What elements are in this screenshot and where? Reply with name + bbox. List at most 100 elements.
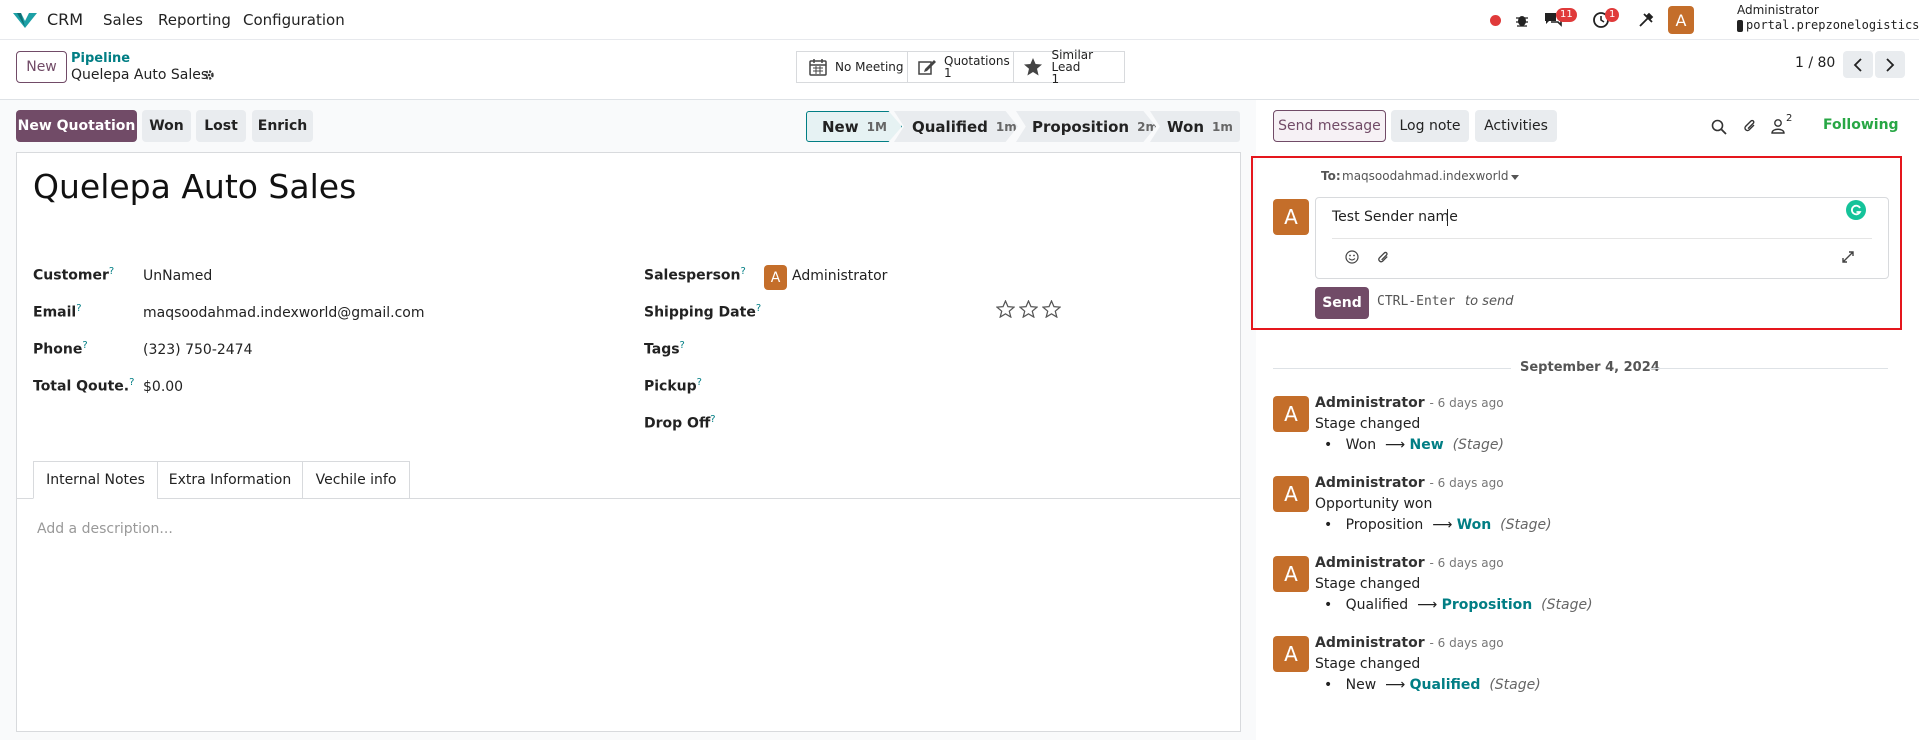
tracking-value: • Proposition ⟶ Won (Stage) <box>1324 517 1552 533</box>
tab-extra-information[interactable]: Extra Information <box>157 461 303 499</box>
lost-button[interactable]: Lost <box>196 110 246 142</box>
app-name[interactable]: CRM <box>47 10 83 29</box>
message-date: - 6 days ago <box>1429 476 1504 490</box>
message-date: - 6 days ago <box>1429 636 1504 650</box>
paperclip-icon[interactable] <box>1741 117 1759 135</box>
stage-new[interactable]: New 1M <box>806 111 902 142</box>
description-placeholder[interactable]: Add a description... <box>37 521 173 537</box>
message-avatar: A <box>1273 556 1309 592</box>
new-quotation-button[interactable]: New Quotation <box>16 110 137 142</box>
salesperson-field[interactable]: Administrator <box>792 268 887 284</box>
message-avatar: A <box>1273 476 1309 512</box>
phone-field[interactable]: (323) 750-2474 <box>143 342 253 358</box>
menu-configuration[interactable]: Configuration <box>243 11 345 29</box>
tools-icon[interactable] <box>1636 10 1656 30</box>
enrich-button[interactable]: Enrich <box>252 110 313 142</box>
tab-vechile-info[interactable]: Vechile info <box>302 461 410 499</box>
record-icon[interactable] <box>1488 13 1502 27</box>
user-database: portal.prepzonelogistics... <box>1746 18 1919 32</box>
salesperson-label: Salesperson? <box>644 266 746 284</box>
meeting-label: No Meeting <box>835 60 904 74</box>
stage-won[interactable]: Won 1m <box>1150 111 1240 142</box>
priority-stars[interactable] <box>995 299 1062 322</box>
message-author[interactable]: Administrator - 6 days ago <box>1315 635 1504 651</box>
activities-button[interactable]: Activities <box>1475 110 1557 142</box>
tracking-field: (Stage) <box>1452 437 1504 453</box>
star-outline-icon[interactable] <box>1018 299 1039 322</box>
won-button[interactable]: Won <box>142 110 191 142</box>
new-record-button[interactable]: New <box>16 51 67 83</box>
caret-down-icon[interactable] <box>1511 173 1519 181</box>
pager-value[interactable]: 1 / 80 <box>1795 55 1835 71</box>
followers-icon[interactable] <box>1770 117 1786 135</box>
tracking-value: • Won ⟶ New (Stage) <box>1324 437 1504 453</box>
recipient-value[interactable]: maqsoodahmad.indexworld <box>1342 169 1509 183</box>
tracking-value: • New ⟶ Qualified (Stage) <box>1324 677 1541 693</box>
similar-lead-label: Similar Lead <box>1051 48 1094 74</box>
send-hint-keys: CTRL-Enter <box>1377 294 1456 309</box>
stage-qualified-duration: 1m <box>995 119 1017 134</box>
similar-lead-smart-button[interactable]: Similar Lead 1 <box>1013 48 1125 85</box>
star-outline-icon[interactable] <box>995 299 1016 322</box>
tracking-field: (Stage) <box>1541 597 1593 613</box>
activities-badge: 1 <box>1605 8 1620 22</box>
tracking-value: • Qualified ⟶ Proposition (Stage) <box>1324 597 1593 613</box>
composer-input[interactable]: Test Sender name <box>1332 209 1458 225</box>
tracking-old-value: Qualified <box>1345 597 1409 613</box>
message-body: Stage changed <box>1315 576 1421 592</box>
emoji-icon[interactable] <box>1344 249 1360 265</box>
following-button[interactable]: Following <box>1823 117 1899 133</box>
message-author[interactable]: Administrator - 6 days ago <box>1315 395 1504 411</box>
message-avatar: A <box>1273 396 1309 432</box>
message-author[interactable]: Administrator - 6 days ago <box>1315 555 1504 571</box>
quotations-label: Quotations <box>944 54 1010 68</box>
attach-file-icon[interactable] <box>1375 249 1391 265</box>
breadcrumb-pipeline[interactable]: Pipeline <box>71 51 130 66</box>
arrow-right-icon: ⟶ <box>1432 517 1453 533</box>
arrow-right-icon: ⟶ <box>1385 677 1406 693</box>
send-message-button[interactable]: Send message <box>1273 110 1386 142</box>
total-quote-field[interactable]: $0.00 <box>143 379 183 395</box>
home-menu-icon[interactable] <box>12 10 38 30</box>
chevron-left-icon <box>1853 57 1863 72</box>
text-cursor <box>1447 209 1448 226</box>
tracking-field: (Stage) <box>1489 677 1541 693</box>
composer-avatar: A <box>1273 199 1309 235</box>
stage-new-label: New <box>822 117 859 136</box>
message-body: Opportunity won <box>1315 496 1433 512</box>
expand-icon[interactable] <box>1840 249 1856 265</box>
user-avatar[interactable]: A <box>1668 6 1694 34</box>
stage-proposition-label: Proposition <box>1032 117 1130 136</box>
email-field[interactable]: maqsoodahmad.indexworld@gmail.com <box>143 305 425 321</box>
gear-icon[interactable] <box>202 68 216 82</box>
message-author[interactable]: Administrator - 6 days ago <box>1315 475 1504 491</box>
followers-count: 2 <box>1786 113 1793 124</box>
tracking-field: (Stage) <box>1500 517 1552 533</box>
star-outline-icon[interactable] <box>1041 299 1062 322</box>
top-navbar: CRM Sales Reporting Configuration 11 1 A… <box>0 0 1919 40</box>
stage-qualified[interactable]: Qualified 1m <box>894 111 1018 142</box>
tab-internal-notes[interactable]: Internal Notes <box>33 461 158 499</box>
customer-field[interactable]: UnNamed <box>143 268 212 284</box>
search-icon[interactable] <box>1710 118 1728 136</box>
message-body: Stage changed <box>1315 656 1421 672</box>
arrow-right-icon: ⟶ <box>1384 437 1406 453</box>
meeting-smart-button[interactable]: No Meeting <box>796 51 908 83</box>
user-name[interactable]: Administrator <box>1737 3 1819 17</box>
tracking-old-value: Won <box>1345 437 1377 453</box>
log-note-button[interactable]: Log note <box>1391 110 1469 142</box>
pager-next-button[interactable] <box>1875 51 1905 78</box>
tracking-new-value: New <box>1409 437 1444 453</box>
record-title[interactable]: Quelepa Auto Sales <box>33 167 356 206</box>
debug-icon[interactable] <box>1513 11 1531 29</box>
quotations-smart-button[interactable]: Quotations 1 <box>907 51 1014 83</box>
menu-reporting[interactable]: Reporting <box>158 11 231 29</box>
stage-proposition[interactable]: Proposition 2m <box>1016 111 1156 142</box>
message-date: - 6 days ago <box>1429 396 1504 410</box>
pager-previous-button[interactable] <box>1843 51 1873 78</box>
drop-off-label: Drop Off? <box>644 414 716 432</box>
grammarly-icon[interactable] <box>1846 200 1866 220</box>
send-button[interactable]: Send <box>1315 287 1369 319</box>
arrow-right-icon: ⟶ <box>1417 597 1438 613</box>
menu-sales[interactable]: Sales <box>103 11 143 29</box>
